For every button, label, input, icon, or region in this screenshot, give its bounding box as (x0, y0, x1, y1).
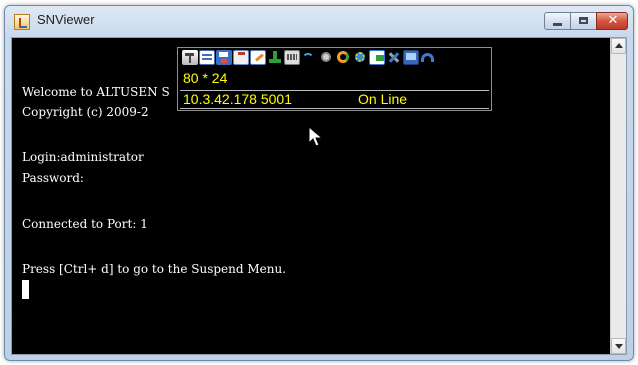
maximize-icon (579, 17, 588, 24)
tools-icon[interactable] (386, 50, 402, 65)
clipboard-icon[interactable] (233, 50, 249, 65)
undo-icon[interactable] (420, 50, 436, 65)
title-bar[interactable]: SNViewer ✕ (5, 6, 633, 36)
terminal-area[interactable]: Welcome to ALTUSEN S Copyright (c) 2009-… (11, 37, 627, 355)
scroll-down-button[interactable] (611, 338, 626, 354)
export-icon[interactable] (369, 50, 385, 65)
arrow-up-icon (615, 43, 623, 48)
scroll-up-button[interactable] (611, 38, 626, 54)
keyboard-icon[interactable] (284, 50, 300, 65)
edit-icon[interactable] (250, 50, 266, 65)
pin-icon[interactable] (182, 50, 198, 65)
arrow-down-icon (615, 344, 623, 349)
download-icon[interactable] (267, 50, 283, 65)
connection-status: On Line (358, 91, 408, 107)
app-window: SNViewer ✕ Welcome to ALTUSEN S Copyrigh… (4, 5, 634, 361)
save-icon[interactable] (216, 50, 232, 65)
circle-icon[interactable] (318, 50, 334, 65)
minimize-icon (553, 23, 562, 26)
vertical-scrollbar[interactable] (610, 38, 626, 354)
terminal-line: Connected to Port: 1 (22, 217, 148, 231)
gear-icon[interactable] (352, 50, 368, 65)
terminal-line: Welcome to ALTUSEN S (22, 85, 170, 99)
session-overlay-panel[interactable]: 80 * 24 10.3.42.178 5001 On Line (177, 47, 492, 111)
text-cursor (22, 280, 29, 299)
terminal-line: Login:administrator (22, 150, 144, 164)
mouse-pointer-icon (308, 126, 324, 147)
close-icon: ✕ (607, 13, 619, 28)
terminal-line: Press [Ctrl+ d] to go to the Suspend Men… (22, 262, 287, 276)
overlay-toolbar (182, 50, 490, 67)
wifi-icon[interactable] (301, 50, 317, 65)
refresh-icon[interactable] (335, 50, 351, 65)
document-icon[interactable] (199, 50, 215, 65)
connection-address: 10.3.42.178 5001 (183, 91, 292, 107)
window-title: SNViewer (37, 12, 95, 27)
terminal-line: Password: (22, 171, 84, 185)
minimize-button[interactable] (544, 12, 571, 30)
connection-info-bar: 10.3.42.178 5001 On Line (180, 90, 489, 109)
maximize-button[interactable] (570, 12, 597, 30)
monitor-icon[interactable] (403, 50, 419, 65)
close-button[interactable]: ✕ (596, 12, 628, 30)
java-app-icon (14, 14, 30, 30)
terminal-line: Copyright (c) 2009-2 (22, 105, 149, 119)
terminal-screen[interactable]: Welcome to ALTUSEN S Copyright (c) 2009-… (12, 38, 612, 354)
terminal-size-display: 80 * 24 (183, 70, 228, 86)
